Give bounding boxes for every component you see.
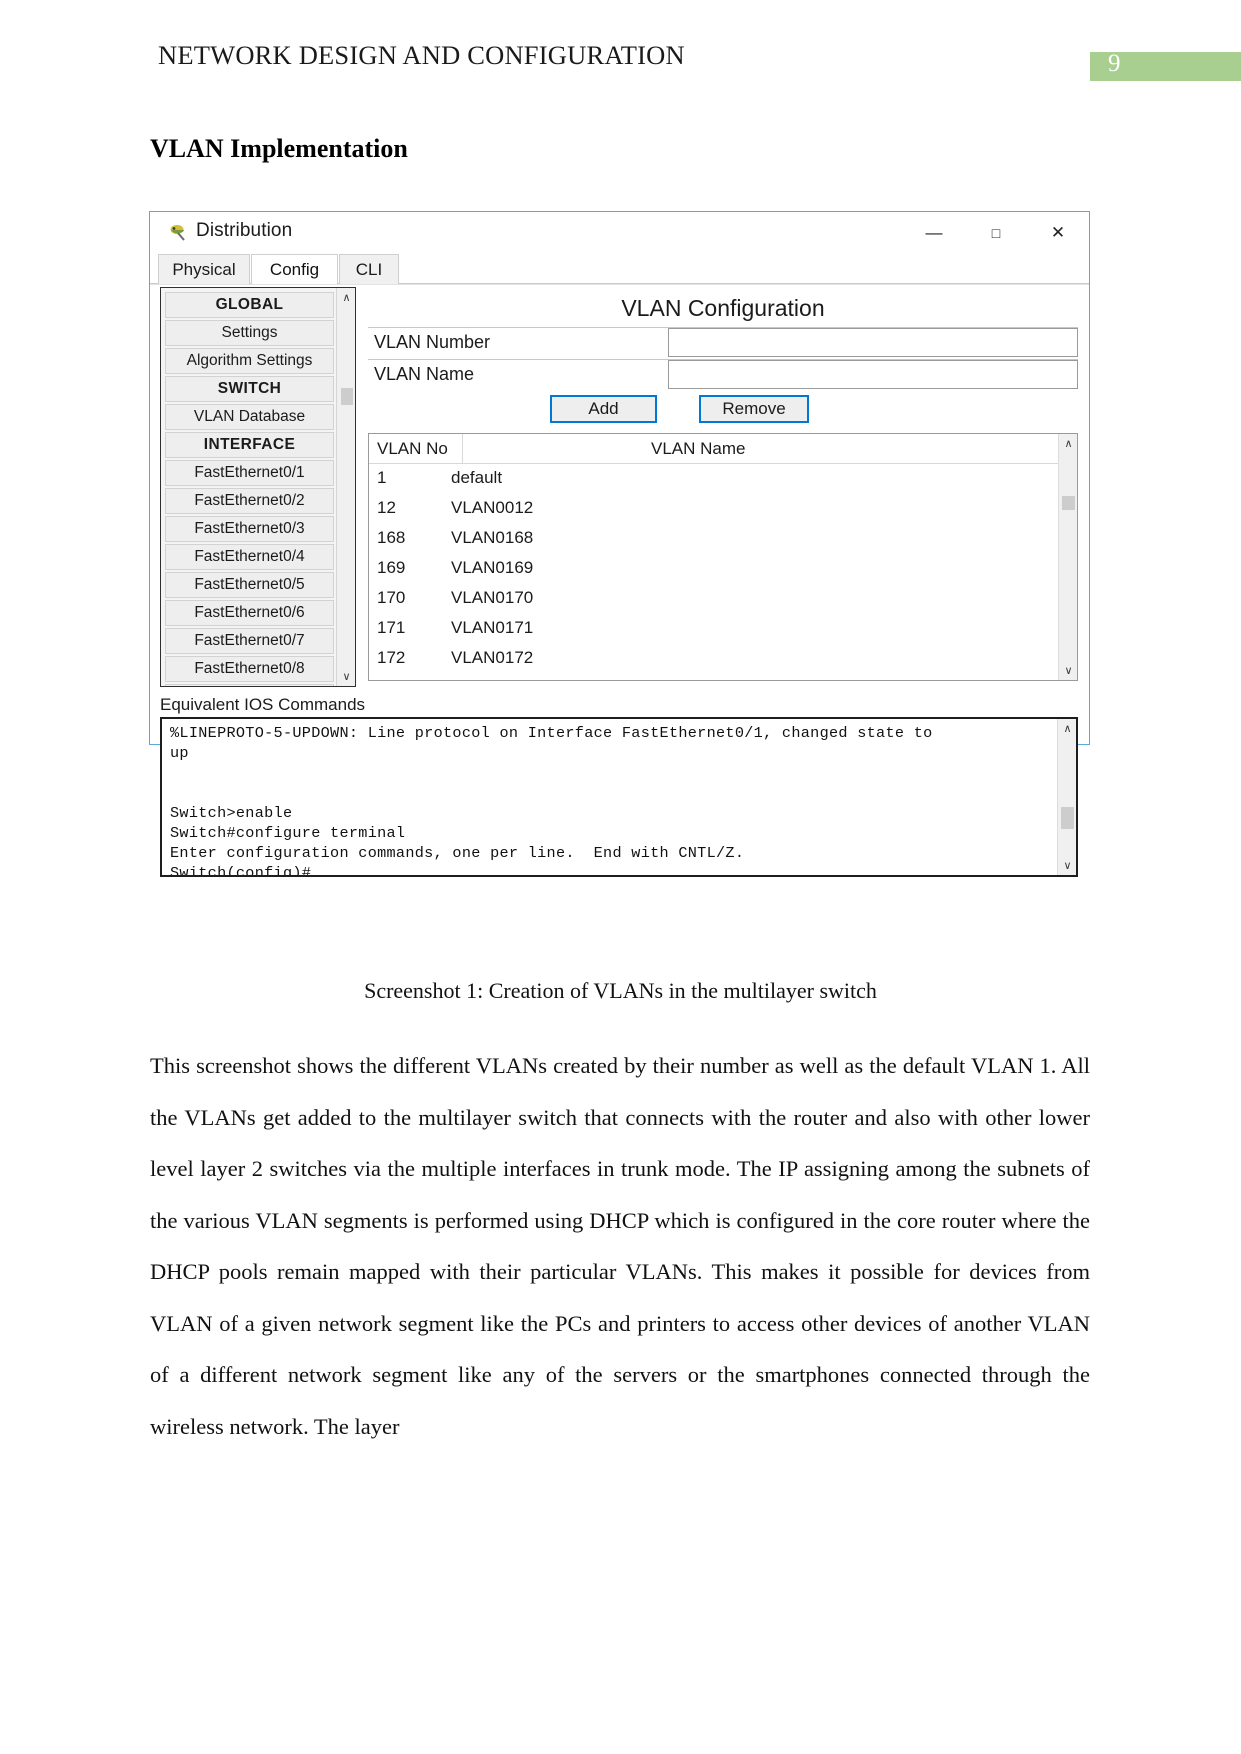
sidebar-scroll-thumb[interactable]	[341, 388, 353, 405]
sidebar-item-fastethernet0-5[interactable]: FastEthernet0/5	[165, 572, 334, 598]
cell-vlan-no: 171	[377, 618, 406, 637]
maximize-button[interactable]: □	[965, 212, 1027, 254]
cell-vlan-no: 169	[377, 558, 406, 577]
page-number-text: 9	[1108, 50, 1121, 77]
vlan-name-label: VLAN Name	[374, 364, 475, 384]
cell-vlan-name: VLAN0170	[451, 588, 534, 607]
sidebar-item-fastethernet0-7[interactable]: FastEthernet0/7	[165, 628, 334, 654]
ios-commands-label: Equivalent IOS Commands	[160, 695, 366, 714]
ios-console-scrollbar[interactable]: ∧ ∨	[1057, 719, 1076, 875]
cell-vlan-name: VLAN0168	[451, 528, 534, 547]
chevron-down-icon[interactable]: ∨	[1058, 856, 1076, 875]
document-header-title: NETWORK DESIGN AND CONFIGURATION	[158, 40, 685, 70]
sidebar-item-interface: INTERFACE	[165, 432, 334, 458]
document-header: NETWORK DESIGN AND CONFIGURATION	[0, 40, 1241, 86]
cell-vlan-no: 12	[377, 498, 396, 517]
cell-vlan-name: VLAN0171	[451, 618, 534, 637]
sidebar-item-fastethernet0-1[interactable]: FastEthernet0/1	[165, 460, 334, 486]
cell-vlan-no: 168	[377, 528, 406, 547]
close-button[interactable]: ✕	[1027, 212, 1089, 254]
table-row[interactable]: 1 default	[369, 464, 1077, 494]
table-row[interactable]: 171 VLAN0171	[369, 614, 1077, 644]
sidebar-item-fastethernet0-9[interactable]: FastEthernet0/9	[165, 684, 334, 686]
sidebar-item-fastethernet0-3[interactable]: FastEthernet0/3	[165, 516, 334, 542]
chevron-up-icon[interactable]: ∧	[337, 288, 355, 307]
body-paragraph: This screenshot shows the different VLAN…	[150, 1053, 1090, 1439]
tab-config[interactable]: Config	[251, 254, 338, 284]
figure-caption: Screenshot 1: Creation of VLANs in the m…	[364, 978, 877, 1003]
cell-vlan-no: 1	[377, 468, 387, 487]
table-row[interactable]: 168 VLAN0168	[369, 524, 1077, 554]
window-body: GLOBAL Settings Algorithm Settings SWITC…	[150, 284, 1089, 877]
page-number-badge: 9	[1090, 50, 1241, 81]
tab-physical[interactable]: Physical	[158, 254, 250, 284]
sidebar-item-vlan-database[interactable]: VLAN Database	[165, 404, 334, 430]
cell-vlan-no: 170	[377, 588, 406, 607]
ios-console-text: %LINEPROTO-5-UPDOWN: Line protocol on In…	[170, 724, 933, 877]
vlan-name-row: VLAN Name	[368, 359, 1078, 389]
vlan-table: VLAN No VLAN Name 1 default 12 VLAN0012 …	[368, 433, 1078, 681]
table-row[interactable]: 172 VLAN0172	[369, 644, 1077, 674]
sidebar-item-fastethernet0-6[interactable]: FastEthernet0/6	[165, 600, 334, 626]
config-sidebar: GLOBAL Settings Algorithm Settings SWITC…	[160, 287, 356, 687]
tab-cli[interactable]: CLI	[339, 254, 399, 284]
vlan-config-panel: VLAN Configuration VLAN Number VLAN Name…	[368, 287, 1078, 687]
table-row[interactable]: 12 VLAN0012	[369, 494, 1077, 524]
column-header-vlan-no: VLAN No	[377, 439, 448, 458]
cell-vlan-no: 172	[377, 648, 406, 667]
chevron-up-icon[interactable]: ∧	[1058, 719, 1076, 738]
minimize-button[interactable]: —	[903, 212, 965, 254]
vlan-name-input[interactable]	[668, 360, 1078, 389]
sidebar-item-fastethernet0-8[interactable]: FastEthernet0/8	[165, 656, 334, 682]
cell-vlan-name: VLAN0012	[451, 498, 534, 517]
device-icon	[168, 223, 188, 243]
packet-tracer-window: Distribution — □ ✕ Physical Config CLI G…	[149, 211, 1090, 877]
sidebar-item-algorithm-settings[interactable]: Algorithm Settings	[165, 348, 334, 374]
chevron-up-icon[interactable]: ∧	[1059, 434, 1077, 453]
vlan-number-input[interactable]	[668, 328, 1078, 357]
chevron-down-icon[interactable]: ∨	[337, 667, 355, 686]
cell-vlan-name: VLAN0169	[451, 558, 534, 577]
remove-button[interactable]: Remove	[699, 395, 809, 423]
section-heading: VLAN Implementation	[150, 134, 408, 163]
sidebar-item-global: GLOBAL	[165, 292, 334, 318]
column-divider	[462, 434, 463, 464]
vlan-table-header: VLAN No VLAN Name	[369, 434, 1077, 464]
vlan-number-row: VLAN Number	[368, 327, 1078, 357]
vlan-number-label: VLAN Number	[374, 332, 491, 352]
vlan-table-scrollbar[interactable]: ∧ ∨	[1058, 434, 1077, 680]
config-sidebar-list: GLOBAL Settings Algorithm Settings SWITC…	[161, 288, 338, 686]
ios-console-scroll-thumb[interactable]	[1061, 807, 1074, 829]
vlan-table-scroll-thumb[interactable]	[1062, 496, 1075, 510]
table-row[interactable]: 170 VLAN0170	[369, 584, 1077, 614]
vlan-action-buttons: Add Remove	[368, 395, 1078, 427]
window-titlebar: Distribution — □ ✕	[150, 212, 1089, 254]
cell-vlan-name: VLAN0172	[451, 648, 534, 667]
tab-strip: Physical Config CLI	[150, 254, 1089, 284]
table-row[interactable]: 169 VLAN0169	[369, 554, 1077, 584]
cell-vlan-name: default	[451, 468, 503, 487]
chevron-down-icon[interactable]: ∨	[1059, 661, 1077, 680]
window-controls: — □ ✕	[903, 212, 1089, 254]
panel-title: VLAN Configuration	[621, 295, 825, 321]
sidebar-item-switch: SWITCH	[165, 376, 334, 402]
window-title: Distribution	[196, 220, 293, 241]
sidebar-scrollbar[interactable]: ∧ ∨	[336, 288, 355, 686]
column-header-vlan-name: VLAN Name	[651, 439, 746, 458]
sidebar-item-fastethernet0-2[interactable]: FastEthernet0/2	[165, 488, 334, 514]
sidebar-item-fastethernet0-4[interactable]: FastEthernet0/4	[165, 544, 334, 570]
add-button[interactable]: Add	[550, 395, 657, 423]
ios-commands-console: %LINEPROTO-5-UPDOWN: Line protocol on In…	[160, 717, 1078, 877]
sidebar-item-settings[interactable]: Settings	[165, 320, 334, 346]
